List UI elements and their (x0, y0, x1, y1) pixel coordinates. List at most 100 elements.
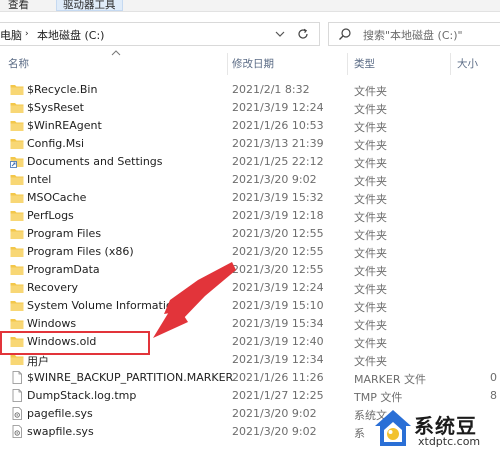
file-type: 文件夹 (354, 247, 387, 260)
file-date: 2021/3/19 15:10 (232, 299, 324, 312)
tab-view[interactable]: 查看 (8, 0, 29, 11)
column-divider[interactable] (450, 53, 451, 75)
file-row[interactable]: Intel 2021/3/20 9:02 文件夹 (0, 171, 500, 189)
column-divider[interactable] (227, 53, 228, 75)
file-type: 文件夹 (354, 175, 387, 188)
refresh-icon[interactable] (296, 27, 310, 41)
file-type: 文件夹 (354, 301, 387, 314)
file-name: Program Files (x86) (27, 245, 134, 258)
file-type: 文件夹 (354, 157, 387, 170)
column-divider[interactable] (347, 53, 348, 75)
column-header-name[interactable]: 名称 (8, 56, 29, 71)
file-date: 2021/3/19 15:32 (232, 191, 324, 204)
file-name: MSOCache (27, 191, 87, 204)
file-type: 文件夹 (354, 121, 387, 134)
file-row[interactable]: Program Files 2021/3/20 12:55 文件夹 (0, 225, 500, 243)
watermark: 系统豆 xtdptc.com (373, 402, 500, 455)
file-type: 文件夹 (354, 103, 387, 116)
file-icon (10, 389, 24, 402)
column-header-date[interactable]: 修改日期 (232, 56, 274, 71)
file-date: 2021/3/20 9:02 (232, 173, 317, 186)
file-date: 2021/1/25 22:12 (232, 155, 324, 168)
file-date: 2021/1/26 10:53 (232, 119, 324, 132)
file-name: $WinREAgent (27, 119, 102, 132)
file-type: MARKER 文件 (354, 373, 426, 386)
file-name: $Recycle.Bin (27, 83, 98, 96)
breadcrumb-current-drive[interactable]: 本地磁盘 (C:) (37, 27, 104, 43)
file-type: 文件夹 (354, 265, 387, 278)
file-name: Program Files (27, 227, 102, 240)
watermark-url: xtdptc.com (418, 435, 481, 448)
column-header-type[interactable]: 类型 (354, 56, 375, 71)
folder-icon (10, 83, 24, 96)
system-file-icon (10, 425, 24, 438)
file-size: 8 (490, 389, 497, 402)
file-date: 2021/3/20 9:02 (232, 407, 317, 420)
file-type: 文件夹 (354, 283, 387, 296)
file-name: Windows (27, 317, 77, 330)
address-row: 电脑 › 本地磁盘 (C:) 搜索"本地磁盘 (C:)" (0, 19, 500, 49)
tab-drive-tools[interactable]: 驱动器工具 (56, 0, 123, 11)
file-date: 2021/2/1 8:32 (232, 83, 310, 96)
file-type: 文件夹 (354, 193, 387, 206)
file-name: Documents and Settings (27, 155, 163, 168)
file-type: 文件夹 (354, 355, 387, 368)
file-date: 2021/1/26 11:26 (232, 371, 324, 384)
file-name: swapfile.sys (27, 425, 94, 438)
folder-icon (10, 281, 24, 294)
breadcrumb-this-pc[interactable]: 电脑 (0, 27, 22, 43)
folder-icon (10, 263, 24, 276)
file-date: 2021/3/19 12:24 (232, 101, 324, 114)
file-icon (10, 371, 24, 384)
file-date: 2021/3/20 9:02 (232, 425, 317, 438)
file-row[interactable]: $SysReset 2021/3/19 12:24 文件夹 (0, 99, 500, 117)
file-name: ProgramData (27, 263, 100, 276)
file-row[interactable]: Documents and Settings 2021/1/25 22:12 文… (0, 153, 500, 171)
chevron-down-icon[interactable] (274, 28, 286, 40)
file-date: 2021/3/19 15:34 (232, 317, 324, 330)
file-row[interactable]: $WINRE_BACKUP_PARTITION.MARKER 2021/1/26… (0, 369, 500, 387)
folder-icon (10, 119, 24, 132)
file-row[interactable]: Program Files (x86) 2021/3/20 12:55 文件夹 (0, 243, 500, 261)
file-name: DumpStack.log.tmp (27, 389, 137, 402)
file-size: 0 (490, 371, 497, 384)
file-row[interactable]: MSOCache 2021/3/19 15:32 文件夹 (0, 189, 500, 207)
file-type: 文件夹 (354, 211, 387, 224)
file-type: 文件夹 (354, 85, 387, 98)
search-icon (339, 28, 351, 40)
house-logo-icon (375, 410, 411, 446)
system-file-icon (10, 407, 24, 420)
file-date: 2021/3/13 21:39 (232, 137, 324, 150)
search-input[interactable]: 搜索"本地磁盘 (C:)" (328, 22, 500, 46)
column-header-size[interactable]: 大小 (457, 56, 478, 71)
file-name: Recovery (27, 281, 79, 294)
folder-shortcut-icon (10, 155, 24, 168)
folder-icon (10, 173, 24, 186)
folder-icon (10, 245, 24, 258)
file-date: 2021/3/20 12:55 (232, 227, 324, 240)
file-name: $SysReset (27, 101, 84, 114)
file-type: 文件夹 (354, 337, 387, 350)
file-type: 文件夹 (354, 139, 387, 152)
file-name: $WINRE_BACKUP_PARTITION.MARKER (27, 371, 234, 384)
file-type: 系 (354, 427, 365, 440)
file-row[interactable]: PerfLogs 2021/3/19 12:18 文件夹 (0, 207, 500, 225)
file-name: Intel (27, 173, 52, 186)
breadcrumb-separator[interactable]: › (25, 29, 29, 39)
file-type: 文件夹 (354, 229, 387, 242)
file-row[interactable]: Recovery 2021/3/19 12:24 文件夹 (0, 279, 500, 297)
file-date: 2021/3/20 12:55 (232, 263, 324, 276)
file-row[interactable]: ProgramData 2021/3/20 12:55 文件夹 (0, 261, 500, 279)
file-row[interactable]: System Volume Information 2021/3/19 15:1… (0, 297, 500, 315)
address-bar[interactable]: 电脑 › 本地磁盘 (C:) (0, 22, 320, 46)
file-name: PerfLogs (27, 209, 74, 222)
file-date: 2021/3/20 12:55 (232, 245, 324, 258)
file-row[interactable]: $Recycle.Bin 2021/2/1 8:32 文件夹 (0, 81, 500, 99)
folder-icon (10, 299, 24, 312)
file-date: 2021/3/19 12:18 (232, 209, 324, 222)
file-name: pagefile.sys (27, 407, 93, 420)
file-row[interactable]: $WinREAgent 2021/1/26 10:53 文件夹 (0, 117, 500, 135)
file-date: 2021/1/27 12:25 (232, 389, 324, 402)
ribbon-tabs: 查看 驱动器工具 (0, 0, 500, 12)
file-row[interactable]: Config.Msi 2021/3/13 21:39 文件夹 (0, 135, 500, 153)
